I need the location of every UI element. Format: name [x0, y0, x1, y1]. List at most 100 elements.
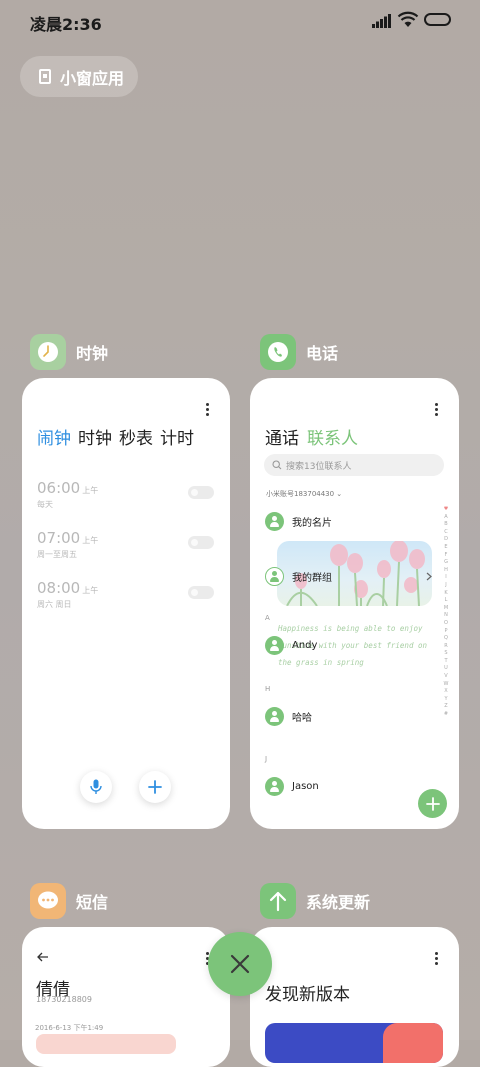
- alphabet-index-letter[interactable]: F: [443, 552, 449, 560]
- chevron-right-icon: [426, 572, 432, 581]
- alphabet-index-letter[interactable]: L: [443, 597, 449, 605]
- group-avatar: [265, 567, 284, 586]
- tab-clock[interactable]: 时钟: [78, 429, 112, 449]
- contact-item[interactable]: Jason: [265, 777, 319, 796]
- alarm-time: 08:00: [37, 579, 81, 597]
- tab-timer[interactable]: 计时: [160, 429, 194, 449]
- update-banner: [265, 1023, 443, 1063]
- tab-alarm[interactable]: 闹钟: [37, 429, 71, 449]
- update-more-icon[interactable]: [435, 952, 439, 966]
- alarm-item[interactable]: 08:00 上午 周六 周日: [37, 578, 217, 618]
- alphabet-index-letter[interactable]: B: [443, 521, 449, 529]
- voice-alarm-button[interactable]: [80, 771, 112, 803]
- add-contact-button[interactable]: [418, 789, 447, 818]
- alphabet-index[interactable]: ♥ A B C D E F G H I J K L M N O P Q R S T U V W X Y Z #: [443, 506, 449, 719]
- contact-search-input[interactable]: 搜索13位联系人: [264, 454, 444, 476]
- alphabet-index-letter[interactable]: ♥: [443, 506, 449, 514]
- clock-app-card[interactable]: 闹钟 时钟 秒表 计时 06:00 上午 每天 07:00 上午 周一至周五 08:00 上…: [22, 378, 230, 829]
- alphabet-index-letter[interactable]: C: [443, 529, 449, 537]
- small-window-icon: [39, 69, 51, 84]
- alphabet-index-letter[interactable]: D: [443, 536, 449, 544]
- alarm-toggle[interactable]: [188, 586, 214, 599]
- alphabet-index-letter[interactable]: O: [443, 620, 449, 628]
- tab-stopwatch[interactable]: 秒表: [119, 429, 153, 449]
- avatar: [265, 707, 284, 726]
- clock-tabs: 闹钟 时钟 秒表 计时: [37, 424, 201, 449]
- phone-app-header[interactable]: 电话: [260, 334, 338, 370]
- alarm-time: 06:00: [37, 479, 81, 497]
- alphabet-index-letter[interactable]: W: [443, 681, 449, 689]
- update-app-card[interactable]: 发现新版本: [250, 927, 459, 1067]
- phone-app-icon: [260, 334, 296, 370]
- sms-contact-number: 18730218809: [36, 995, 92, 1004]
- close-icon: [230, 954, 250, 974]
- contact-item[interactable]: Andy: [265, 636, 317, 655]
- update-app-header[interactable]: 系统更新: [260, 883, 370, 919]
- update-app-name: 系统更新: [306, 893, 371, 912]
- alphabet-index-letter[interactable]: S: [443, 650, 449, 658]
- sms-app-name: 短信: [76, 893, 109, 912]
- alarm-item[interactable]: 06:00 上午 每天: [37, 478, 217, 518]
- contact-name: 我的群组: [292, 573, 332, 584]
- alphabet-index-letter[interactable]: M: [443, 605, 449, 613]
- add-alarm-button[interactable]: [139, 771, 171, 803]
- back-arrow-icon[interactable]: [37, 952, 49, 962]
- update-app-icon: [260, 883, 296, 919]
- my-groups-item[interactable]: 我的群组: [265, 567, 332, 586]
- update-title: 发现新版本: [265, 985, 350, 1005]
- small-window-label: 小窗应用: [60, 68, 125, 88]
- tab-calls[interactable]: 通话: [265, 429, 299, 449]
- status-time: 凌晨2:36: [30, 15, 102, 34]
- alphabet-index-letter[interactable]: J: [443, 582, 449, 590]
- alarm-time: 07:00: [37, 529, 81, 547]
- alphabet-index-letter[interactable]: V: [443, 673, 449, 681]
- alarm-period: 上午: [82, 486, 99, 495]
- alphabet-index-letter[interactable]: #: [443, 711, 449, 719]
- alarm-repeat: 每天: [37, 500, 53, 509]
- alphabet-index-letter[interactable]: K: [443, 590, 449, 598]
- wifi-icon: [397, 11, 419, 27]
- alphabet-index-letter[interactable]: H: [443, 567, 449, 575]
- clear-all-button[interactable]: [208, 932, 272, 996]
- alphabet-index-letter[interactable]: P: [443, 628, 449, 636]
- clock-app-header[interactable]: 时钟: [30, 334, 108, 370]
- alphabet-index-letter[interactable]: I: [443, 574, 449, 582]
- contact-name: Andy: [292, 640, 318, 651]
- battery-icon: [424, 13, 451, 26]
- alphabet-index-letter[interactable]: X: [443, 688, 449, 696]
- phone-more-icon[interactable]: [435, 403, 439, 417]
- alarm-item[interactable]: 07:00 上午 周一至周五: [37, 528, 217, 568]
- alphabet-index-letter[interactable]: T: [443, 658, 449, 666]
- clock-more-icon[interactable]: [206, 403, 210, 417]
- alphabet-index-letter[interactable]: R: [443, 643, 449, 651]
- alphabet-index-letter[interactable]: N: [443, 612, 449, 620]
- account-selector[interactable]: 小米账号183704430 ⌄: [266, 489, 342, 499]
- alarm-period: 上午: [82, 586, 99, 595]
- alphabet-index-letter[interactable]: U: [443, 665, 449, 673]
- alphabet-index-letter[interactable]: Y: [443, 696, 449, 704]
- alarm-repeat: 周一至周五: [37, 550, 77, 559]
- avatar: [265, 636, 284, 655]
- alphabet-index-letter[interactable]: Q: [443, 635, 449, 643]
- contact-name: Jason: [292, 781, 319, 792]
- alarm-toggle[interactable]: [188, 486, 214, 499]
- alphabet-index-letter[interactable]: G: [443, 559, 449, 567]
- tab-contacts[interactable]: 联系人: [307, 429, 358, 449]
- my-card-item[interactable]: 我的名片: [265, 512, 332, 531]
- alphabet-index-letter[interactable]: A: [443, 514, 449, 522]
- plus-icon: [148, 780, 162, 794]
- alarm-toggle[interactable]: [188, 536, 214, 549]
- avatar: [265, 777, 284, 796]
- sms-app-icon: [30, 883, 66, 919]
- clock-app-name: 时钟: [76, 344, 109, 363]
- contact-item[interactable]: 哈哈: [265, 707, 312, 726]
- sms-app-card[interactable]: 倩倩 18730218809 2016-6-13 下午1:49: [22, 927, 230, 1067]
- alphabet-index-letter[interactable]: Z: [443, 703, 449, 711]
- phone-tabs: 通话 联系人: [265, 424, 358, 449]
- search-placeholder: 搜索13位联系人: [286, 461, 352, 472]
- small-window-apps-button[interactable]: 小窗应用: [20, 56, 138, 97]
- sms-app-header[interactable]: 短信: [30, 883, 108, 919]
- alphabet-index-letter[interactable]: E: [443, 544, 449, 552]
- phone-app-card[interactable]: 通话 联系人 搜索13位联系人 小米账号183704430 ⌄ 我的名片 我的群组…: [250, 378, 459, 829]
- sms-message-date: 2016-6-13 下午1:49: [35, 1024, 104, 1032]
